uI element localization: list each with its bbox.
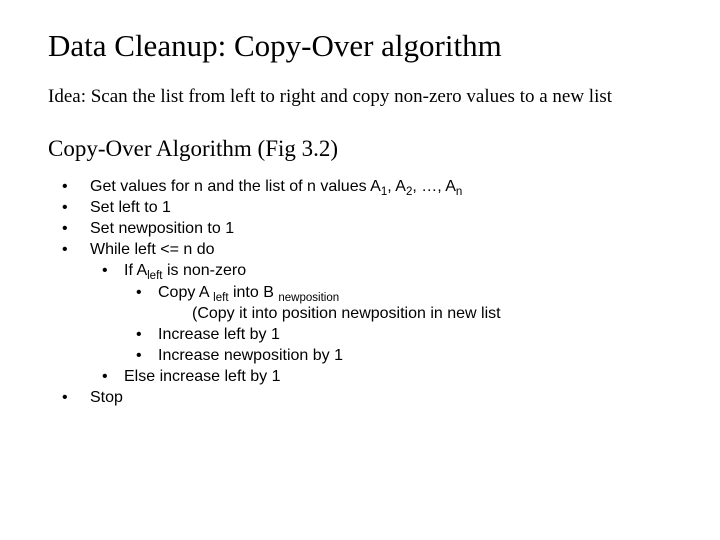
step-text: Copy A: [158, 284, 213, 301]
list-item: Copy A left into B newposition (Copy it …: [136, 282, 672, 324]
step-text: , …, A: [412, 178, 456, 195]
step-text: Increase newposition by 1: [158, 347, 343, 364]
list-item: While left <= n do If A left is non-zero …: [66, 239, 672, 387]
list-item: Stop: [66, 387, 672, 408]
step-text: Else increase left by 1: [124, 368, 281, 385]
subscript: n: [456, 186, 462, 198]
list-item: Increase newposition by 1: [136, 345, 672, 366]
algorithm-list: Get values for n and the list of n value…: [48, 176, 672, 408]
step-text: While left <= n do: [90, 241, 215, 258]
list-item: If A left is non-zero Copy A left into B …: [102, 260, 672, 366]
algorithm-header: Copy-Over Algorithm (Fig 3.2): [48, 136, 672, 162]
subscript: left: [213, 292, 228, 304]
step-text: , A: [387, 178, 406, 195]
list-item: Increase left by 1: [136, 324, 672, 345]
nested-list: If A left is non-zero Copy A left into B …: [66, 260, 672, 387]
step-text: is non-zero: [163, 262, 247, 279]
nested-list: Copy A left into B newposition (Copy it …: [102, 282, 672, 366]
slide: Data Cleanup: Copy-Over algorithm Idea: …: [0, 0, 720, 408]
step-text: Get values for n and the list of n value…: [90, 178, 381, 195]
step-text: Increase left by 1: [158, 326, 280, 343]
list-item: Set newposition to 1: [66, 218, 672, 239]
list-item: Set left to 1: [66, 197, 672, 218]
step-text: into B: [229, 284, 279, 301]
slide-title: Data Cleanup: Copy-Over algorithm: [48, 28, 672, 64]
step-text: If A: [124, 262, 147, 279]
step-text: Set left to 1: [90, 199, 171, 216]
continuation-text: (Copy it into position newposition in ne…: [136, 303, 672, 324]
step-text: Set newposition to 1: [90, 220, 234, 237]
list-item: Get values for n and the list of n value…: [66, 176, 672, 197]
step-text: Stop: [90, 389, 123, 406]
idea-text: Idea: Scan the list from left to right a…: [48, 86, 672, 108]
list-item: Else increase left by 1: [102, 366, 672, 387]
subscript: newposition: [278, 292, 339, 304]
